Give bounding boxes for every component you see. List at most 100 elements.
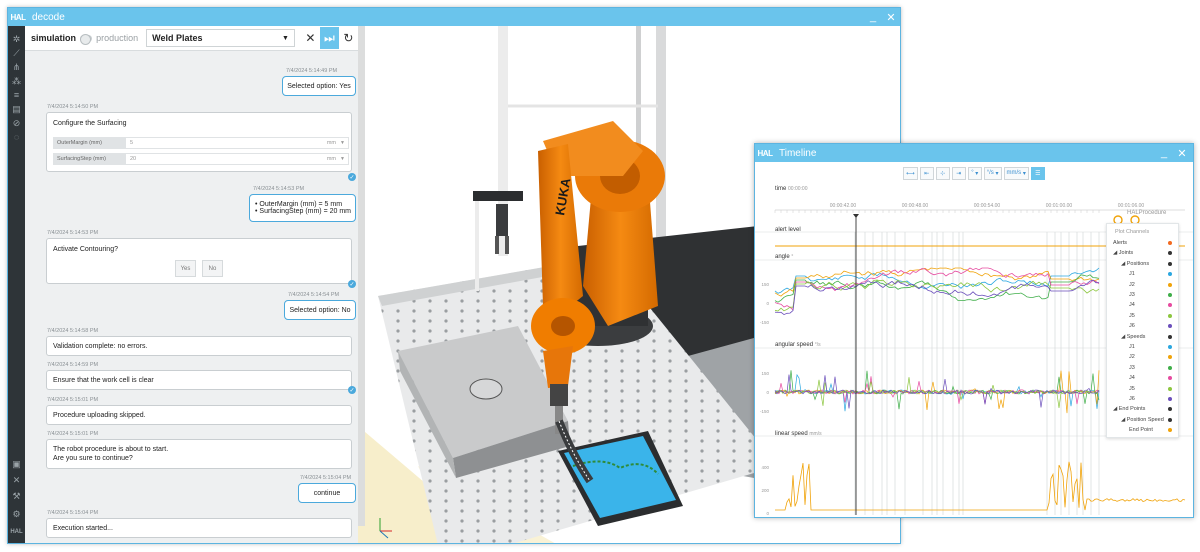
message-line: The robot procedure is about to start.: [53, 446, 169, 453]
unit-mms-select[interactable]: mm/s ▾: [1003, 166, 1029, 180]
timestamp: 7/4/2024 5:14:53 PM: [253, 186, 305, 192]
tools-icon[interactable]: ⁂: [8, 74, 25, 88]
legend-item-label: ◢ End Points: [1113, 406, 1146, 413]
legend-item[interactable]: J6: [1107, 321, 1178, 331]
robot-arm-icon[interactable]: ⟋: [8, 46, 25, 60]
timestamp: 7/4/2024 5:14:54 PM: [288, 292, 340, 298]
outer-margin-input[interactable]: 5 mm ▼: [125, 137, 349, 149]
legend-item[interactable]: J1: [1107, 269, 1178, 279]
legend-item-label: J4: [1129, 302, 1135, 309]
legend-item[interactable]: Alerts: [1107, 238, 1178, 248]
gear-icon[interactable]: ⚙: [8, 507, 25, 521]
y-tick-label: 0: [766, 511, 769, 516]
legend-color-dot: [1168, 251, 1172, 256]
legend-item-label: J5: [1129, 312, 1135, 319]
legend-item[interactable]: J5: [1107, 311, 1178, 321]
yes-button[interactable]: Yes: [175, 260, 196, 277]
legend-color-dot: [1168, 397, 1172, 401]
legend-item[interactable]: J2: [1107, 352, 1178, 362]
legend-item[interactable]: J1: [1107, 342, 1178, 352]
minimize-button[interactable]: _: [864, 8, 882, 26]
jump-end-icon[interactable]: ⇥: [951, 166, 966, 180]
legend-item-label: J5: [1129, 385, 1135, 392]
y-tick-label: 150: [761, 371, 769, 376]
legend-item[interactable]: J6: [1107, 394, 1178, 404]
reset-button[interactable]: ↻: [339, 27, 358, 49]
legend-item[interactable]: J4: [1107, 373, 1178, 383]
legend-item[interactable]: J3: [1107, 363, 1178, 373]
system-message: Procedure uploading skipped.: [46, 405, 352, 425]
user-message: Selected option: Yes: [282, 76, 356, 96]
list-icon[interactable]: ≡: [8, 88, 25, 102]
surfacing-step-field[interactable]: SurfacingStep (mm) 20 mm ▼: [53, 153, 349, 165]
legend-item-label: J3: [1129, 364, 1135, 371]
timestamp: 7/4/2024 5:14:58 PM: [47, 328, 99, 334]
legend-item-label: J1: [1129, 344, 1135, 350]
legend-color-dot: [1168, 428, 1172, 433]
procedure-select[interactable]: Weld Plates ▼: [146, 29, 295, 47]
hal-small-logo: HAL: [10, 529, 23, 535]
surfacing-step-value: 20: [130, 156, 137, 162]
legend-item[interactable]: J4: [1107, 300, 1178, 310]
legend-item[interactable]: ◢ Position Speed: [1107, 415, 1178, 425]
timestamp: 7/4/2024 5:15:01 PM: [47, 397, 99, 403]
outer-margin-unit: mm: [326, 140, 336, 146]
surfacing-step-input[interactable]: 20 mm ▼: [125, 153, 349, 165]
production-label: production: [96, 33, 139, 43]
close-icon[interactable]: ✕: [8, 473, 25, 487]
y-tick-label: -150: [760, 409, 770, 414]
chat-panel: simulation production Weld Plates ▼ ✕ ⏭ …: [25, 26, 358, 543]
legend-item[interactable]: J3: [1107, 290, 1178, 300]
unit-deg-select[interactable]: ° ▾: [967, 166, 982, 180]
close-button[interactable]: ✕: [882, 8, 900, 26]
angular-speed-unit: °/s: [814, 342, 821, 348]
link-icon[interactable]: ⊘: [8, 116, 25, 130]
outer-margin-field[interactable]: OuterMargin (mm) 5 mm ▼: [53, 137, 349, 149]
check-icon: ✓: [348, 280, 356, 288]
legend-item[interactable]: ◢ Joints: [1107, 248, 1178, 258]
menu-icon[interactable]: ☰: [1030, 166, 1045, 180]
legend-item-label: ◢ Speeds: [1121, 333, 1146, 340]
legend-item[interactable]: J2: [1107, 280, 1178, 290]
system-message: Execution started...: [46, 518, 352, 538]
outer-margin-value: 5: [130, 140, 134, 146]
y-tick-label: 0: [766, 390, 769, 395]
legend-color-dot: [1168, 376, 1172, 381]
window-title: decode: [32, 11, 65, 23]
zoom-fit-icon[interactable]: ⟷: [903, 166, 918, 180]
legend-item-label: End Point: [1129, 427, 1153, 434]
step-button[interactable]: ⏭: [319, 27, 339, 49]
timestamp: 7/4/2024 5:14:49 PM: [286, 68, 338, 74]
stop-button[interactable]: ✕: [301, 27, 320, 49]
jump-start-icon[interactable]: ⇤: [919, 166, 934, 180]
network-icon[interactable]: ⋔: [8, 60, 25, 74]
angle-unit: °: [791, 254, 794, 260]
legend-item[interactable]: J5: [1107, 384, 1178, 394]
chevron-down-icon: ▼: [340, 156, 345, 162]
document-icon[interactable]: ▤: [8, 102, 25, 116]
minimize-button[interactable]: _: [1155, 144, 1173, 162]
save-icon[interactable]: ▣: [8, 457, 25, 471]
legend-item[interactable]: ◢ Positions: [1107, 259, 1178, 269]
wrench-icon[interactable]: ⚒: [8, 489, 25, 503]
system-message: Ensure that the work cell is clear: [46, 370, 352, 390]
linear-speed-label-text: linear speed: [775, 431, 808, 437]
y-tick-label: 150: [761, 282, 769, 287]
legend-item-label: J2: [1129, 354, 1135, 361]
zoom-in-icon[interactable]: ⊹: [935, 166, 950, 180]
legend-item[interactable]: End Point: [1107, 425, 1178, 435]
step-forward-icon: ⏭: [324, 30, 335, 45]
unit-degs-select[interactable]: °/s ▾: [983, 166, 1002, 180]
surfacing-form: Configure the Surfacing OuterMargin (mm)…: [46, 112, 352, 172]
no-button[interactable]: No: [202, 260, 223, 277]
legend-color-dot: [1168, 293, 1172, 297]
legend-item[interactable]: ◢ Speeds: [1107, 332, 1178, 342]
close-button[interactable]: ✕: [1173, 144, 1191, 162]
angular-speed-label-text: angular speed: [775, 342, 814, 348]
linear-speed-unit: mm/s: [809, 431, 822, 437]
mode-toggle[interactable]: [80, 33, 93, 45]
circle-check-icon[interactable]: ◌: [8, 130, 25, 144]
legend-item[interactable]: ◢ End Points: [1107, 404, 1178, 414]
settings-icon[interactable]: ✲: [8, 32, 25, 46]
linear-speed-series: [775, 461, 1186, 511]
